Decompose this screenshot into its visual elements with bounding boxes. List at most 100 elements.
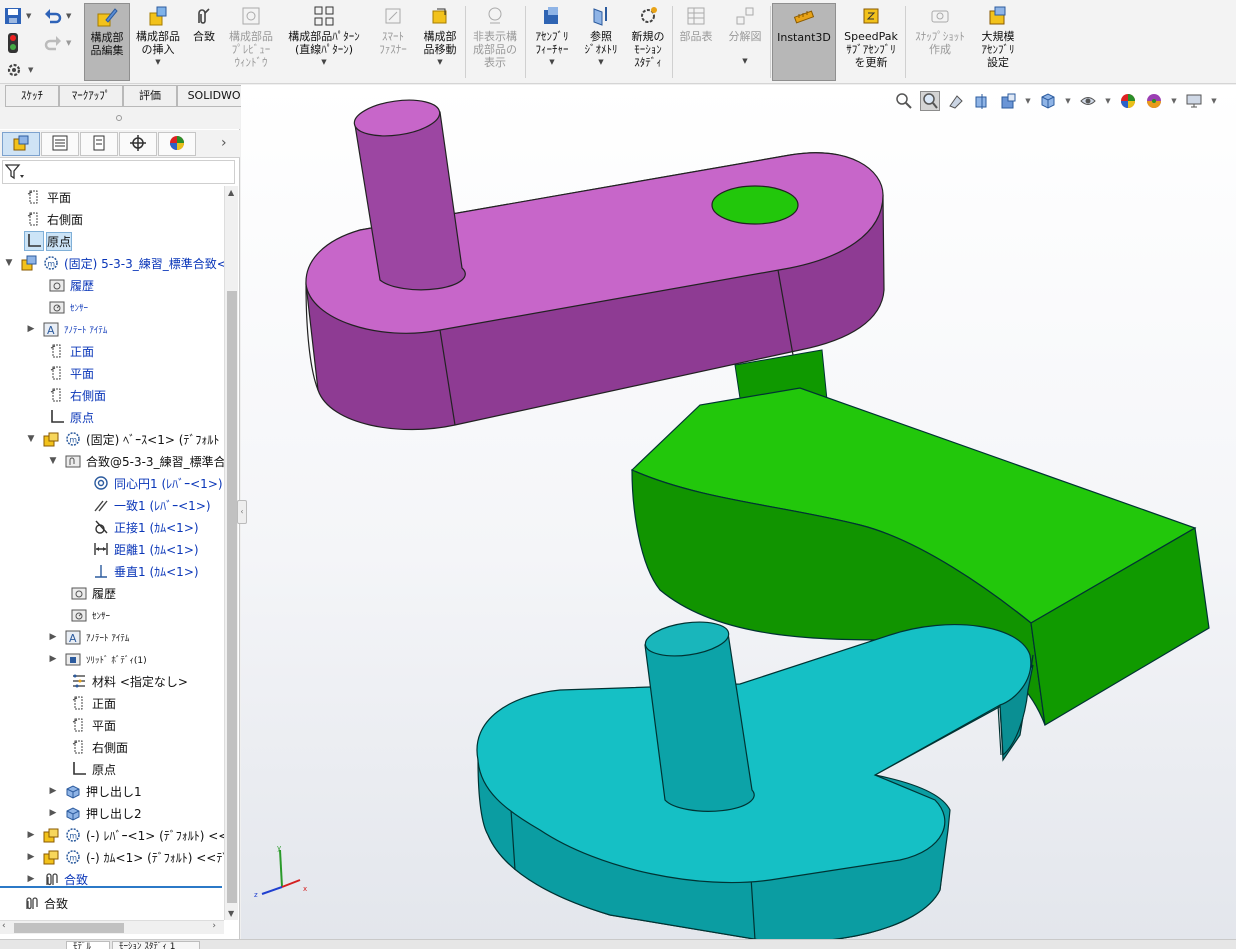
rebuild-traffic-light-icon[interactable]: [6, 33, 36, 53]
tree-item[interactable]: ▶ 押し出し1: [0, 780, 224, 802]
annotation-icon: A: [64, 628, 82, 646]
expand-arrow-icon[interactable]: ▶: [48, 786, 58, 796]
tree-item[interactable]: 履歴: [0, 274, 224, 296]
chevron-down-icon[interactable]: ▼: [437, 58, 442, 66]
chevron-down-icon[interactable]: ▼: [742, 57, 747, 65]
tree-horizontal-scrollbar[interactable]: ‹ ›: [0, 920, 224, 934]
chevron-right-icon[interactable]: ›: [221, 135, 227, 151]
chevron-down-icon[interactable]: ▼: [549, 58, 554, 66]
tree-item[interactable]: 右側面: [0, 736, 224, 758]
tree-item[interactable]: 正接1 (ｶﾑ<1>): [0, 516, 224, 538]
tab-feature-manager[interactable]: [2, 132, 40, 156]
tree-item[interactable]: ｾﾝｻｰ: [0, 604, 224, 626]
tree-item[interactable]: 原点: [0, 230, 224, 252]
scroll-thumb[interactable]: [14, 923, 124, 933]
tree-item[interactable]: ▼ m (固定) 5-3-3_練習_標準合致<: [0, 252, 224, 274]
tree-item[interactable]: 同心円1 (ﾚﾊﾞｰ<1>): [0, 472, 224, 494]
collapse-arrow-icon[interactable]: ▼: [26, 434, 36, 444]
exploded-view-button[interactable]: 分解図 ▼: [722, 3, 768, 81]
tree-item[interactable]: 平面: [0, 186, 224, 208]
expand-arrow-icon[interactable]: ▶: [26, 852, 36, 862]
tab-display-manager[interactable]: [158, 132, 196, 156]
tree-item[interactable]: ▶ ｿﾘｯﾄﾞ ﾎﾞﾃﾞｨ(1): [0, 648, 224, 670]
tree-rollback-bar[interactable]: [0, 886, 222, 888]
tree-item[interactable]: ▶ m (-) ｶﾑ<1> (ﾃﾞﾌｫﾙﾄ) <<ﾃﾞ: [0, 846, 224, 868]
new-motion-study-button[interactable]: 新規の ﾓｰｼｮﾝ ｽﾀﾃﾞｨ: [627, 3, 669, 81]
bill-of-materials-button[interactable]: 部品表: [675, 3, 717, 81]
chevron-down-icon[interactable]: ▼: [598, 58, 603, 66]
tab-configuration-manager[interactable]: [80, 132, 118, 156]
expand-arrow-icon[interactable]: ▶: [48, 808, 58, 818]
scroll-thumb[interactable]: [227, 291, 237, 903]
save-icon[interactable]: ▼: [4, 6, 34, 26]
large-assembly-settings-button[interactable]: 大規模 ｱｾﾝﾌﾞﾘ 設定: [975, 3, 1021, 81]
history-icon: [70, 584, 88, 602]
tree-item[interactable]: ▶ m (-) ﾚﾊﾞｰ<1> (ﾃﾞﾌｫﾙﾄ) <<: [0, 824, 224, 846]
tab-markup[interactable]: ﾏｰｸｱｯﾌﾟ: [59, 85, 123, 107]
tree-vertical-scrollbar[interactable]: ▲ ▼: [224, 186, 238, 920]
insert-component-button[interactable]: 構成部品 の挿入 ▼: [133, 3, 183, 81]
tree-item[interactable]: 垂直1 (ｶﾑ<1>): [0, 560, 224, 582]
smart-fastener-button[interactable]: ｽﾏｰﾄ ﾌｧｽﾅｰ: [371, 3, 415, 81]
tree-item[interactable]: 平面: [0, 714, 224, 736]
tree-item[interactable]: ｾﾝｻｰ: [0, 296, 224, 318]
tab-evaluate[interactable]: 評価: [123, 85, 177, 107]
tree-item[interactable]: 右側面: [0, 208, 224, 230]
tree-item[interactable]: ▼ m (固定) ﾍﾞｰｽ<1> (ﾃﾞﾌｫﾙﾄ: [0, 428, 224, 450]
expand-arrow-icon[interactable]: ▶: [48, 654, 58, 664]
tree-item[interactable]: ▶ A ｱﾉﾃｰﾄ ｱｲﾃﾑ: [0, 318, 224, 340]
tree-item[interactable]: 正面: [0, 340, 224, 362]
mate-button[interactable]: 合致: [188, 3, 220, 81]
options-gear-icon[interactable]: ▼: [6, 60, 36, 80]
collapse-arrow-icon[interactable]: ▼: [4, 258, 14, 268]
tree-item[interactable]: 履歴: [0, 582, 224, 604]
tree-item[interactable]: 一致1 (ﾚﾊﾞｰ<1>): [0, 494, 224, 516]
panel-grip[interactable]: [0, 107, 240, 129]
expand-arrow-icon[interactable]: ▶: [26, 874, 36, 884]
speedpak-update-button[interactable]: SpeedPak ｻﾌﾞｱｾﾝﾌﾞﾘ を更新: [840, 3, 902, 81]
expand-arrow-icon[interactable]: ▶: [26, 324, 36, 334]
motion-study-label: 新規の ﾓｰｼｮﾝ ｽﾀﾃﾞｨ: [631, 30, 665, 69]
expand-arrow-icon[interactable]: ▶: [26, 830, 36, 840]
collapse-arrow-icon[interactable]: ▼: [48, 456, 58, 466]
undo-icon[interactable]: ▼: [44, 6, 74, 26]
tab-sketch[interactable]: ｽｹｯﾁ: [5, 85, 59, 107]
scroll-right-icon[interactable]: ›: [212, 921, 216, 931]
scroll-left-icon[interactable]: ‹: [2, 921, 6, 931]
tree-item[interactable]: ▶ 押し出し2: [0, 802, 224, 824]
tree-item[interactable]: 平面: [0, 362, 224, 384]
tree-item[interactable]: 正面: [0, 692, 224, 714]
show-hidden-components-button[interactable]: 非表示構 成部品の 表示: [468, 3, 522, 81]
tab-property-manager[interactable]: [41, 132, 79, 156]
tree-item[interactable]: 距離1 (ｶﾑ<1>): [0, 538, 224, 560]
tree-item[interactable]: 右側面: [0, 384, 224, 406]
tab-model[interactable]: ﾓﾃﾞﾙ: [66, 941, 110, 949]
graphics-area[interactable]: ▼ ▼ ▼ ▼ ▼ y x z: [241, 85, 1236, 939]
chevron-down-icon[interactable]: ▼: [155, 58, 160, 66]
base-part[interactable]: [476, 617, 1034, 939]
tree-item[interactable]: 材料 <指定なし>: [0, 670, 224, 692]
chevron-down-icon[interactable]: ▼: [321, 58, 326, 66]
tree-item[interactable]: 合致: [0, 892, 224, 914]
redo-icon[interactable]: ▼: [44, 33, 74, 53]
tab-motion-study-1[interactable]: ﾓｰｼｮﾝ ｽﾀﾃﾞｨ 1: [112, 941, 200, 949]
tab-dimxpert-manager[interactable]: [119, 132, 157, 156]
panel-splitter-handle[interactable]: ‹: [237, 500, 247, 524]
tree-item[interactable]: ▼ 合致@5-3-3_練習_標準合: [0, 450, 224, 472]
scroll-up-icon[interactable]: ▲: [228, 188, 234, 197]
tree-filter[interactable]: [2, 160, 235, 184]
expand-arrow-icon[interactable]: ▶: [48, 632, 58, 642]
tree-item[interactable]: 原点: [0, 406, 224, 428]
assembly-features-button[interactable]: ｱｾﾝﾌﾞﾘ ﾌｨｰﾁｬｰ ▼: [528, 3, 576, 81]
move-component-button[interactable]: 構成部 品移動 ▼: [418, 3, 462, 81]
component-preview-window-button[interactable]: 構成部品 ﾌﾟﾚﾋﾞｭｰ ｳｨﾝﾄﾞｳ: [225, 3, 277, 81]
linear-pattern-button[interactable]: 構成部品ﾊﾟﾀｰﾝ (直線ﾊﾟﾀｰﾝ) ▼: [281, 3, 367, 81]
take-snapshot-button[interactable]: ｽﾅｯﾌﾟｼｮｯﾄ 作成: [907, 3, 973, 81]
tree-item[interactable]: 原点: [0, 758, 224, 780]
reference-geometry-button[interactable]: 参照 ｼﾞｵﾒﾄﾘ ▼: [578, 3, 624, 81]
tree-item[interactable]: ▶ A ｱﾉﾃｰﾄ ｱｲﾃﾑ: [0, 626, 224, 648]
instant3d-button[interactable]: Instant3D: [772, 3, 836, 81]
assembly-model[interactable]: y x z: [241, 85, 1236, 939]
edit-component-button[interactable]: 構成部 品編集: [84, 3, 130, 81]
scroll-down-icon[interactable]: ▼: [228, 909, 234, 918]
